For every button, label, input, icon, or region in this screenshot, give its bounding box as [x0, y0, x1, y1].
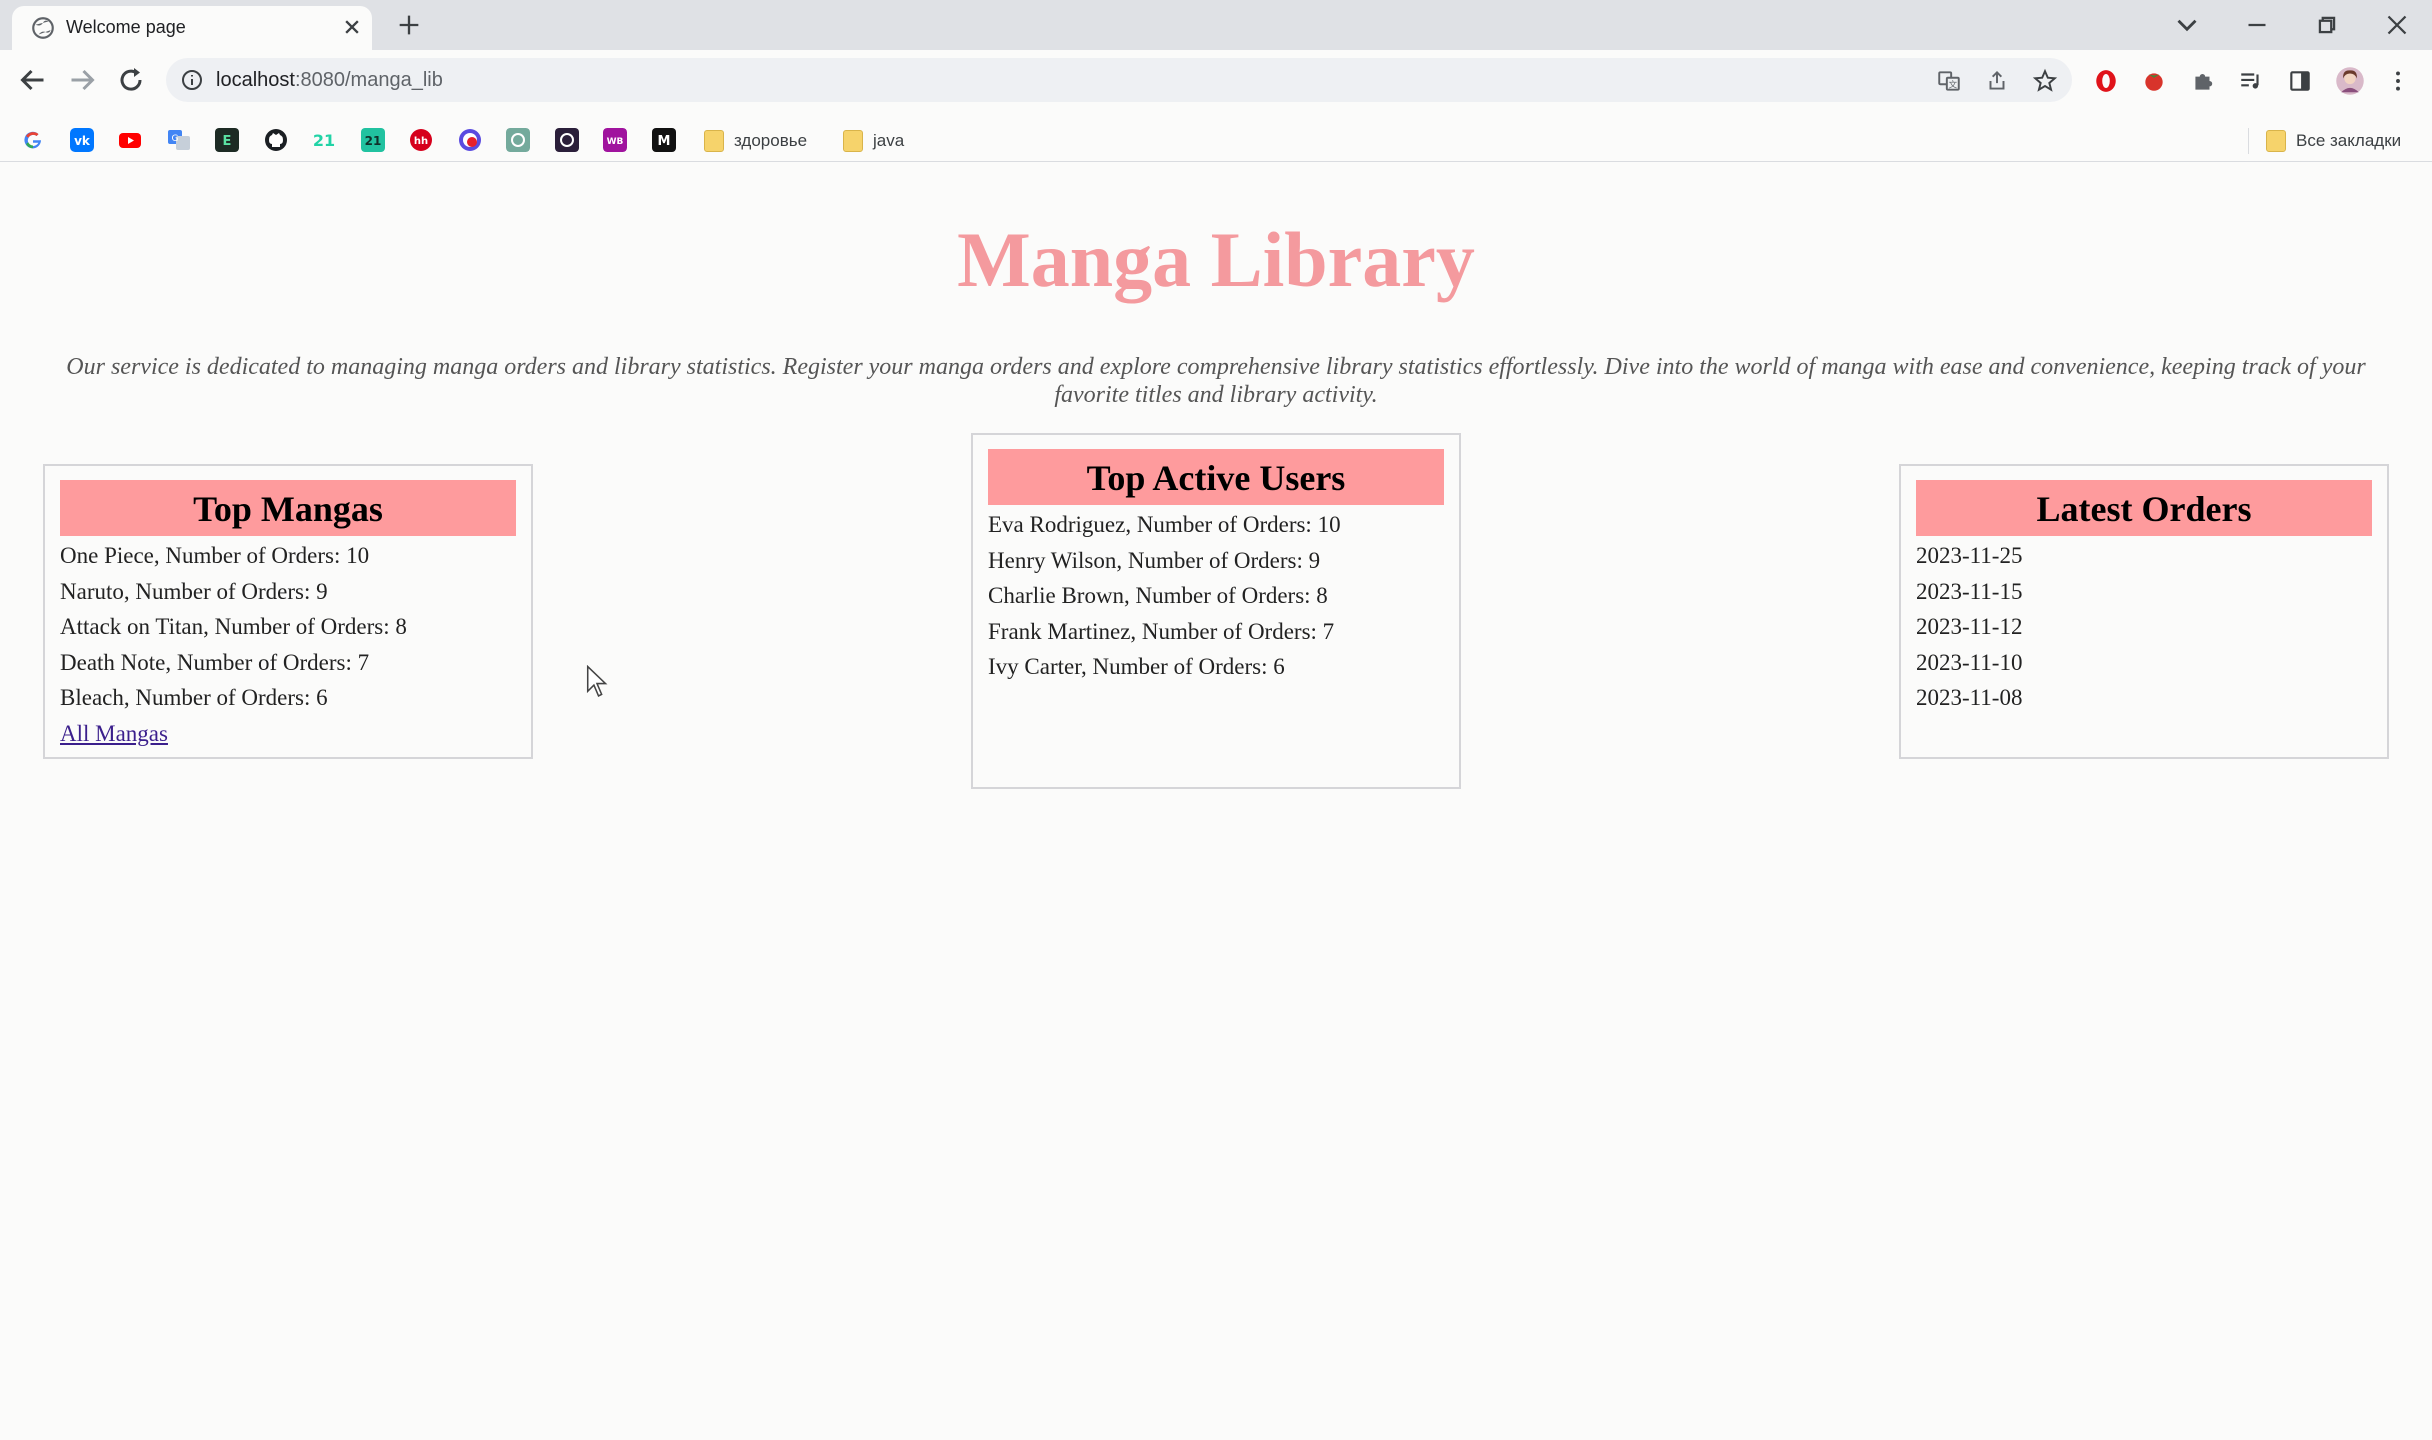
profile-avatar-icon[interactable] [2335, 66, 2365, 96]
svg-text:G: G [172, 134, 179, 144]
all-mangas-link[interactable]: All Mangas [60, 716, 516, 752]
hh-icon[interactable]: hh [409, 128, 433, 152]
m-icon[interactable]: M [652, 128, 676, 152]
top-users-list: Eva Rodriguez, Number of Orders: 10 Henr… [988, 507, 1444, 685]
site-info-icon[interactable] [180, 68, 204, 92]
top-active-users-card: Top Active Users Eva Rodriguez, Number o… [971, 433, 1461, 789]
tab-search-chevron-icon[interactable] [2170, 8, 2204, 42]
latest-orders-card: Latest Orders 2023-11-25 2023-11-15 2023… [1899, 464, 2389, 759]
tab-title: Welcome page [66, 17, 186, 37]
side-panel-icon[interactable] [2287, 68, 2313, 94]
svg-text:E: E [223, 134, 232, 149]
share-icon[interactable] [1984, 68, 2010, 94]
opera-icon[interactable] [2093, 68, 2119, 94]
url-path: :8080/manga_lib [294, 69, 443, 91]
list-item: Eva Rodriguez, Number of Orders: 10 [988, 512, 1341, 537]
mouse-cursor-icon [586, 665, 608, 697]
svg-text:文: 文 [1948, 79, 1957, 91]
list-item: 2023-11-15 [1916, 578, 2023, 604]
browser-toolbar: localhost:8080/manga_lib 文 [0, 50, 2432, 110]
bookmark-folder-health[interactable]: здоровье [704, 126, 807, 156]
list-item: Death Note, Number of Orders: 7 [60, 649, 370, 675]
folder-icon [843, 130, 863, 152]
list-item: Naruto, Number of Orders: 9 [60, 578, 328, 604]
zi-square-icon[interactable]: 21 [361, 128, 385, 152]
github-icon[interactable] [264, 128, 288, 152]
folder-icon [2266, 130, 2286, 152]
list-item: Charlie Brown, Number of Orders: 8 [988, 583, 1328, 609]
list-item: 2023-11-25 [1916, 543, 2023, 568]
list-item: Attack on Titan, Number of Orders: 8 [60, 614, 407, 640]
extensions-puzzle-icon[interactable] [2190, 68, 2216, 94]
bookmark-folder-label: здоровье [734, 131, 808, 150]
top-users-heading: Top Active Users [988, 449, 1444, 505]
svg-text:hh: hh [414, 136, 428, 147]
bookmark-star-icon[interactable] [2032, 68, 2058, 94]
new-tab-icon[interactable] [395, 11, 423, 39]
svg-text:vk: vk [74, 134, 91, 148]
svg-text:21: 21 [313, 131, 335, 150]
bookmarks-bar: vk G E 21 21 hh WB M здоровье java Все з… [0, 120, 2432, 162]
wb-icon[interactable]: WB [603, 128, 627, 152]
url-host: localhost [216, 69, 295, 91]
bookmarks-divider [2248, 128, 2249, 154]
reload-icon[interactable] [113, 62, 149, 98]
top-mangas-heading: Top Mangas [60, 480, 516, 536]
svg-text:21: 21 [365, 134, 382, 148]
close-tab-icon[interactable] [338, 13, 366, 41]
vk-icon[interactable]: vk [70, 128, 94, 152]
back-icon[interactable] [15, 62, 51, 98]
translate-page-icon[interactable]: 文 [1936, 68, 1962, 94]
intro-paragraph: Our service is dedicated to managing man… [66, 354, 2366, 408]
all-bookmarks-button[interactable]: Все закладки [2266, 126, 2401, 156]
openai-icon[interactable] [506, 128, 530, 152]
svg-text:M: M [658, 134, 671, 149]
dark-app-icon[interactable] [555, 128, 579, 152]
youtube-icon[interactable] [118, 128, 142, 152]
address-bar[interactable]: localhost:8080/manga_lib 文 [166, 58, 2072, 102]
bookmark-folder-java[interactable]: java [843, 126, 904, 156]
minimize-icon[interactable] [2240, 8, 2274, 42]
svg-text:WB: WB [607, 137, 624, 147]
zi-icon[interactable]: 21 [312, 128, 336, 152]
tab-welcome-page[interactable]: Welcome page [12, 6, 372, 50]
list-item: 2023-11-12 [1916, 614, 2023, 640]
list-item: One Piece, Number of Orders: 10 [60, 543, 370, 568]
page-title: Manga Library [957, 216, 1475, 303]
chrome-menu-icon[interactable] [2385, 68, 2411, 94]
close-window-icon[interactable] [2380, 8, 2414, 42]
all-bookmarks-label: Все закладки [2296, 131, 2402, 150]
google-icon[interactable] [21, 128, 45, 152]
reading-list-icon[interactable] [2238, 68, 2264, 94]
music-icon[interactable] [458, 128, 482, 152]
globe-icon [32, 17, 54, 39]
list-item: Henry Wilson, Number of Orders: 9 [988, 547, 1321, 573]
url-text: localhost:8080/manga_lib [216, 69, 443, 92]
translate-icon[interactable]: G [167, 128, 191, 152]
latest-orders-list: 2023-11-25 2023-11-15 2023-11-12 2023-11… [1916, 538, 2372, 716]
page-content: Manga Library Our service is dedicated t… [0, 163, 2432, 1440]
list-item: 2023-11-10 [1916, 649, 2023, 675]
dash-icon[interactable]: E [215, 128, 239, 152]
folder-icon [704, 130, 724, 152]
restore-icon[interactable] [2310, 8, 2344, 42]
list-item: 2023-11-08 [1916, 685, 2023, 711]
list-item: Bleach, Number of Orders: 6 [60, 685, 328, 711]
tomato-extension-icon[interactable] [2141, 68, 2167, 94]
list-item: Ivy Carter, Number of Orders: 6 [988, 654, 1285, 680]
bookmark-folder-label: java [873, 131, 905, 150]
forward-icon[interactable] [64, 62, 100, 98]
list-item: Frank Martinez, Number of Orders: 7 [988, 618, 1335, 644]
top-mangas-list: One Piece, Number of Orders: 10 Naruto, … [60, 538, 516, 716]
latest-orders-heading: Latest Orders [1916, 480, 2372, 536]
tab-strip: Welcome page [0, 0, 2432, 50]
top-mangas-card: Top Mangas One Piece, Number of Orders: … [43, 464, 533, 759]
